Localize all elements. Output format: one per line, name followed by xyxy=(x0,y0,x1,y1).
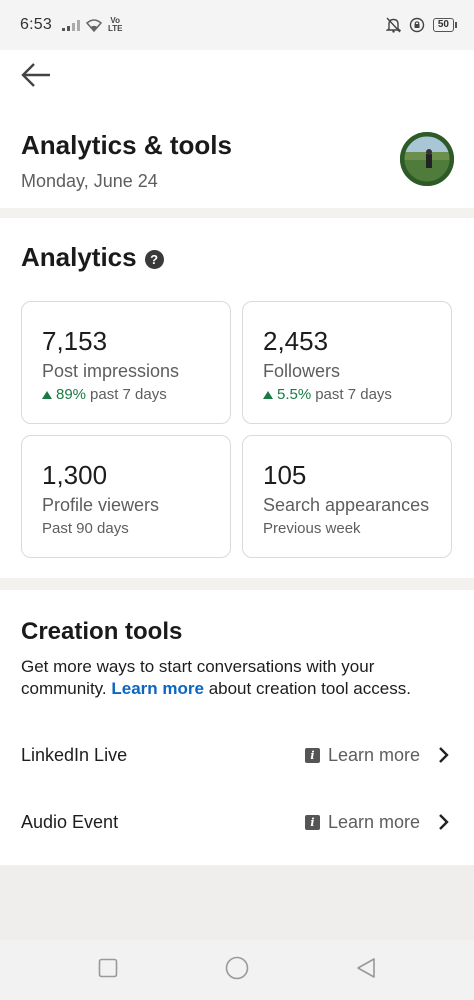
home-button[interactable] xyxy=(225,956,249,985)
metric-search-appearances[interactable]: 105 Search appearances Previous week xyxy=(242,435,452,558)
page-header: Analytics & tools Monday, June 24 xyxy=(0,108,474,208)
chevron-right-icon xyxy=(439,814,449,830)
metric-period: Past 90 days xyxy=(42,520,129,537)
tool-learn-more[interactable]: i Learn more xyxy=(305,745,420,766)
metric-period: Previous week xyxy=(263,520,361,537)
status-time: 6:53 xyxy=(20,16,52,33)
analytics-heading: Analytics ? xyxy=(21,242,164,273)
avatar-image xyxy=(400,132,454,186)
avatar[interactable] xyxy=(400,132,454,186)
volte-icon: Vo LTE xyxy=(108,17,123,33)
metric-value: 2,453 xyxy=(263,326,329,356)
metric-value: 1,300 xyxy=(42,460,108,490)
metric-change: 89% past 7 days xyxy=(42,386,167,403)
metric-label: Search appearances xyxy=(263,495,430,515)
metric-value: 105 xyxy=(263,460,307,490)
learn-more-link[interactable]: Learn more xyxy=(111,679,204,698)
system-nav-bar xyxy=(0,940,474,1000)
metric-value: 7,153 xyxy=(42,326,108,356)
metric-post-impressions[interactable]: 7,153 Post impressions 89% past 7 days xyxy=(21,301,231,424)
creation-tools-title: Creation tools xyxy=(21,618,183,645)
circle-icon xyxy=(225,956,249,980)
tool-row-linkedin-live[interactable]: LinkedIn Live i Learn more xyxy=(0,730,474,780)
tool-learn-label: Learn more xyxy=(328,744,421,765)
metric-profile-viewers[interactable]: 1,300 Profile viewers Past 90 days xyxy=(21,435,231,558)
trend-up-icon xyxy=(263,390,273,399)
lock-rotation-icon xyxy=(409,17,425,33)
trend-up-icon xyxy=(42,390,52,399)
top-app-bar xyxy=(0,50,474,108)
page-title: Analytics & tools xyxy=(21,130,232,160)
triangle-back-icon xyxy=(357,958,375,978)
square-icon xyxy=(98,958,118,978)
tool-name: LinkedIn Live xyxy=(21,744,128,765)
creation-tools-description: Get more ways to start conversations wit… xyxy=(21,656,461,700)
metric-period: past 7 days xyxy=(315,386,392,403)
metric-change-value: 5.5% xyxy=(277,386,312,403)
desc-text-after: about creation tool access. xyxy=(203,679,411,698)
metric-period: past 7 days xyxy=(90,386,167,403)
metric-label: Profile viewers xyxy=(42,495,160,515)
metric-change: 5.5% past 7 days xyxy=(263,386,392,403)
tool-name: Audio Event xyxy=(21,811,119,832)
battery-icon: 50 xyxy=(432,18,458,32)
page-date: Monday, June 24 xyxy=(21,171,158,191)
help-icon[interactable]: ? xyxy=(144,249,164,269)
arrow-left-icon xyxy=(21,63,50,87)
tool-learn-label: Learn more xyxy=(328,811,421,832)
volte-bottom: LTE xyxy=(107,24,123,33)
metric-label: Followers xyxy=(263,361,341,381)
analytics-title: Analytics xyxy=(21,242,137,272)
analytics-section: Analytics ? 7,153 Post impressions 89% p… xyxy=(0,218,474,578)
back-nav-button[interactable] xyxy=(356,957,376,984)
metric-label: Post impressions xyxy=(42,361,180,381)
wifi-icon xyxy=(85,18,102,32)
back-button[interactable] xyxy=(20,62,52,88)
status-bar: 6:53 Vo LTE 50 xyxy=(0,0,474,50)
tool-row-audio-event[interactable]: Audio Event i Learn more xyxy=(0,797,474,847)
signal-icon xyxy=(61,19,80,31)
bell-off-icon xyxy=(385,17,401,33)
recents-button[interactable] xyxy=(98,958,118,983)
creation-tools-section: Creation tools Get more ways to start co… xyxy=(0,590,474,865)
tool-learn-more[interactable]: i Learn more xyxy=(305,812,420,833)
metric-followers[interactable]: 2,453 Followers 5.5% past 7 days xyxy=(242,301,452,424)
metric-change-value: 89% xyxy=(56,386,87,403)
chevron-right-icon xyxy=(439,747,449,763)
info-icon: i xyxy=(305,747,320,763)
info-icon: i xyxy=(305,814,320,830)
